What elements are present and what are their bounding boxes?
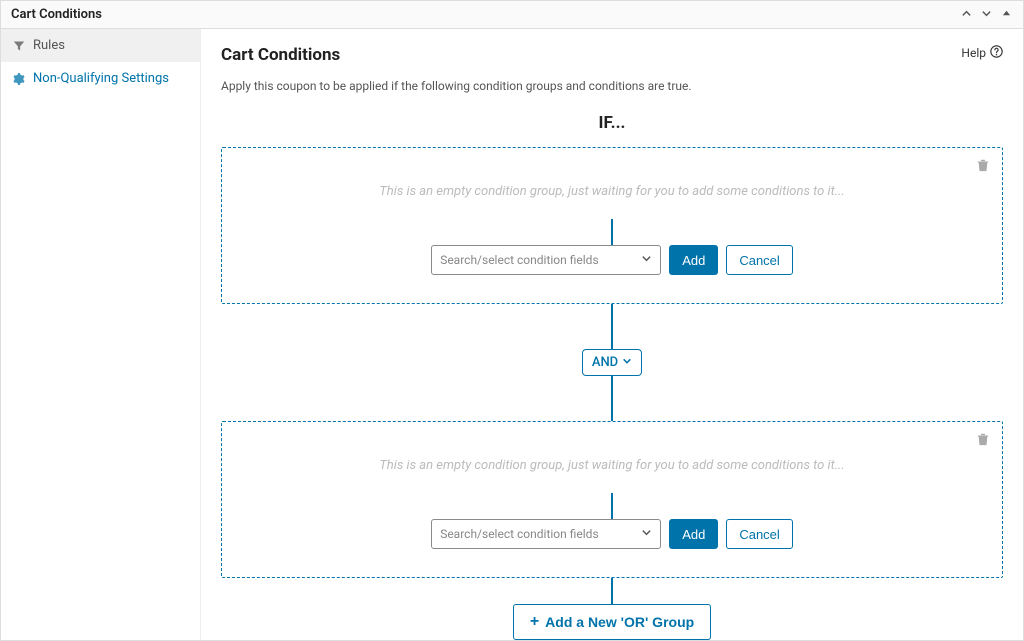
help-label: Help [961,46,986,60]
sidebar-item-rules[interactable]: Rules [1,29,200,62]
chevron-up-icon[interactable] [959,8,973,22]
select-placeholder: Search/select condition fields [440,253,598,267]
add-condition-button[interactable]: Add [669,519,718,549]
connector-line [611,304,613,349]
filter-icon [13,40,25,52]
plus-icon: + [530,614,539,630]
condition-field-select[interactable]: Search/select condition fields [431,245,661,275]
add-or-label: Add a New 'OR' Group [545,614,694,630]
sidebar-item-label: Non-Qualifying Settings [33,71,169,86]
empty-group-text: This is an empty condition group, just w… [240,458,984,473]
cancel-condition-button[interactable]: Cancel [726,245,792,275]
panel-controls [959,8,1013,22]
and-operator-toggle[interactable]: AND [582,349,642,376]
sidebar: Rules Non-Qualifying Settings [1,29,201,640]
sidebar-item-nonqualifying[interactable]: Non-Qualifying Settings [1,62,200,95]
chevron-down-icon [641,253,652,268]
page-title: Cart Conditions [221,45,340,65]
panel-header: Cart Conditions [1,1,1023,29]
select-placeholder: Search/select condition fields [440,527,598,541]
caret-up-icon[interactable] [999,9,1013,21]
trash-icon[interactable] [976,158,990,176]
chevron-down-icon [622,355,632,370]
subtitle: Apply this coupon to be applied if the f… [221,79,1003,93]
chevron-down-icon [641,527,652,542]
help-link[interactable]: Help [961,45,1003,61]
connector-line [611,219,613,245]
connector-line [611,376,613,421]
connector-line [611,493,613,519]
add-or-group-button[interactable]: + Add a New 'OR' Group [513,604,711,640]
gear-icon [13,73,25,85]
condition-group: This is an empty condition group, just w… [221,421,1003,578]
cancel-condition-button[interactable]: Cancel [726,519,792,549]
main-content: Cart Conditions Help Apply this coupon t… [201,29,1023,640]
if-label: IF... [221,113,1003,133]
condition-field-select[interactable]: Search/select condition fields [431,519,661,549]
sidebar-item-label: Rules [33,38,65,53]
add-condition-button[interactable]: Add [669,245,718,275]
chevron-down-icon[interactable] [979,8,993,22]
empty-group-text: This is an empty condition group, just w… [240,184,984,199]
help-icon [990,45,1003,61]
connector-line [611,578,613,604]
panel-title: Cart Conditions [11,7,102,22]
trash-icon[interactable] [976,432,990,450]
condition-group: This is an empty condition group, just w… [221,147,1003,304]
and-label: AND [592,355,618,370]
